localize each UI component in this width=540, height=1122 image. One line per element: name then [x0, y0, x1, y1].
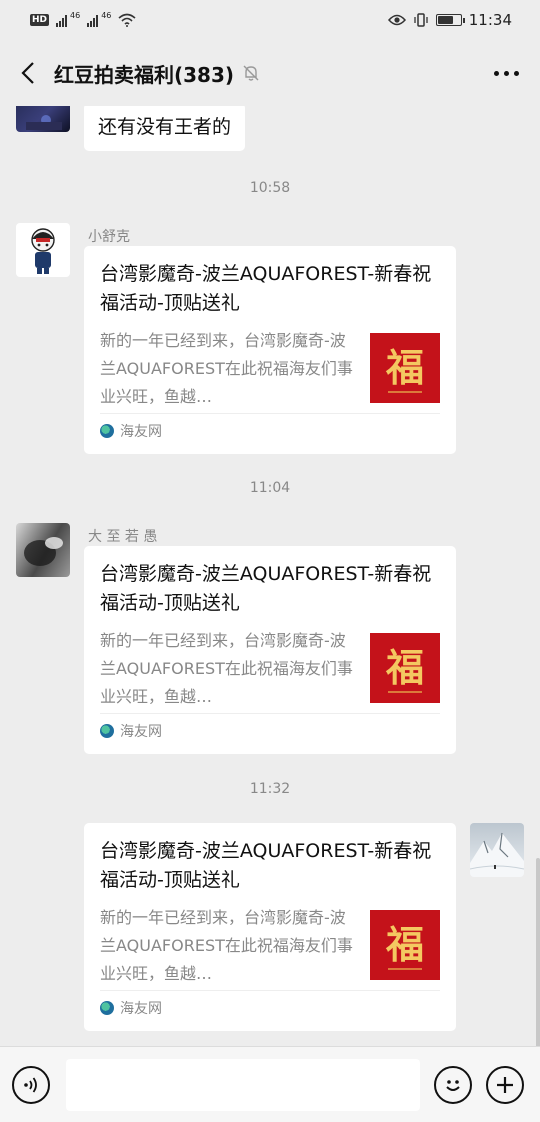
card-body: 新的一年已经到来，台湾影魔奇-波兰AQUAFOREST在此祝福海友们事业兴旺，鱼… [100, 327, 440, 409]
link-card[interactable]: 台湾影魔奇-波兰AQUAFOREST-新春祝福活动-顶贴送礼 新的一年已经到来，… [84, 246, 456, 454]
avatar-image [470, 832, 524, 877]
message-text: 还有没有王者的 [98, 116, 232, 138]
chevron-left-icon [21, 62, 34, 84]
status-right: 11:34 [387, 11, 512, 29]
sender-name: 大 至 若 愚 [88, 529, 158, 545]
timestamp: 11:32 [249, 781, 291, 797]
card-source: 海友网 [120, 423, 162, 440]
emoji-button[interactable] [434, 1065, 472, 1104]
mute-indicator [242, 64, 260, 82]
card-thumbnail: 福 [370, 333, 440, 403]
nav-bar: 红豆拍卖福利(383) [0, 40, 540, 106]
back-button[interactable] [14, 53, 42, 93]
emoji-icon [446, 1079, 460, 1091]
link-card[interactable]: 台湾影魔奇-波兰AQUAFOREST-新春祝福活动-顶贴送礼 新的一年已经到来，… [84, 823, 456, 1031]
card-title: 台湾影魔奇-波兰AQUAFOREST-新春祝福活动-顶贴送礼 [100, 263, 432, 314]
hd-badge: HD [30, 14, 50, 26]
signal-icon-2 [87, 14, 99, 27]
thumb-decoration [388, 391, 422, 393]
thumb-character: 福 [385, 645, 424, 690]
thumb-character: 福 [385, 922, 424, 967]
card-description: 新的一年已经到来，台湾影魔奇-波兰AQUAFOREST在此祝福海友们事业兴旺，鱼… [100, 908, 353, 983]
clock: 11:34 [468, 11, 512, 29]
card-description: 新的一年已经到来，台湾影魔奇-波兰AQUAFOREST在此祝福海友们事业兴旺，鱼… [100, 331, 353, 406]
link-card[interactable]: 台湾影魔奇-波兰AQUAFOREST-新春祝福活动-顶贴送礼 新的一年已经到来，… [84, 546, 456, 754]
card-thumbnail: 福 [370, 910, 440, 980]
avatar-image [26, 115, 62, 130]
text-message[interactable]: 还有没有王者的 [84, 106, 246, 151]
plus-button[interactable] [486, 1065, 524, 1104]
card-thumbnail: 福 [370, 633, 440, 703]
message-input[interactable] [66, 1058, 420, 1111]
card-footer: 海友网 [100, 990, 440, 1024]
source-logo-icon [100, 723, 114, 738]
thumb-decoration [388, 691, 422, 693]
voice-button[interactable] [12, 1065, 50, 1104]
bell-off-icon [243, 65, 259, 81]
thumb-decoration [388, 968, 422, 970]
thumb-character: 福 [385, 345, 424, 390]
card-title: 台湾影魔奇-波兰AQUAFOREST-新春祝福活动-顶贴送礼 [100, 840, 432, 891]
scroll-indicator[interactable] [536, 858, 540, 1048]
avatar[interactable] [16, 523, 70, 577]
status-bar: HD 46 46 11:34 [0, 0, 540, 40]
card-description: 新的一年已经到来，台湾影魔奇-波兰AQUAFOREST在此祝福海友们事业兴旺，鱼… [100, 631, 353, 706]
chat-screen: HD 46 46 11:34 红豆拍卖福利(383) 还有没有王者的 10:58… [0, 0, 540, 1122]
sim1-label: 46 [70, 10, 81, 20]
message-list[interactable]: 还有没有王者的 10:58 小舒克 台湾影魔奇-波兰AQUAFOREST-新春祝… [0, 106, 540, 1046]
card-footer: 海友网 [100, 413, 440, 447]
status-left: HD 46 46 [30, 10, 136, 27]
timestamp: 10:58 [249, 180, 291, 196]
source-logo-icon [100, 423, 114, 438]
card-body: 新的一年已经到来，台湾影魔奇-波兰AQUAFOREST在此祝福海友们事业兴旺，鱼… [100, 904, 440, 986]
my-avatar[interactable] [470, 823, 524, 877]
sim2-label: 46 [101, 10, 112, 20]
more-button[interactable] [486, 53, 526, 93]
card-source: 海友网 [120, 1000, 162, 1017]
more-dot [503, 70, 509, 76]
card-source: 海友网 [120, 723, 162, 740]
timestamp: 11:04 [249, 480, 291, 496]
chat-title: 红豆拍卖福利(383) [54, 62, 235, 87]
sender-name: 小舒克 [88, 229, 130, 245]
card-footer: 海友网 [100, 713, 440, 747]
wifi-icon [118, 13, 136, 27]
input-bar [0, 1046, 540, 1122]
source-logo-icon [100, 1000, 114, 1015]
avatar-image [31, 228, 55, 274]
vibrate-icon [414, 13, 428, 27]
battery-icon [435, 14, 465, 26]
card-title: 台湾影魔奇-波兰AQUAFOREST-新春祝福活动-顶贴送礼 [100, 563, 432, 614]
avatar-image [24, 537, 63, 566]
more-dot [513, 70, 519, 76]
more-dot [493, 70, 499, 76]
avatar[interactable] [16, 223, 70, 277]
plus-icon [497, 1076, 513, 1093]
avatar[interactable] [16, 106, 70, 132]
eye-icon [387, 14, 406, 26]
signal-icon [56, 14, 68, 27]
card-body: 新的一年已经到来，台湾影魔奇-波兰AQUAFOREST在此祝福海友们事业兴旺，鱼… [100, 627, 440, 709]
voice-icon [24, 1076, 37, 1093]
